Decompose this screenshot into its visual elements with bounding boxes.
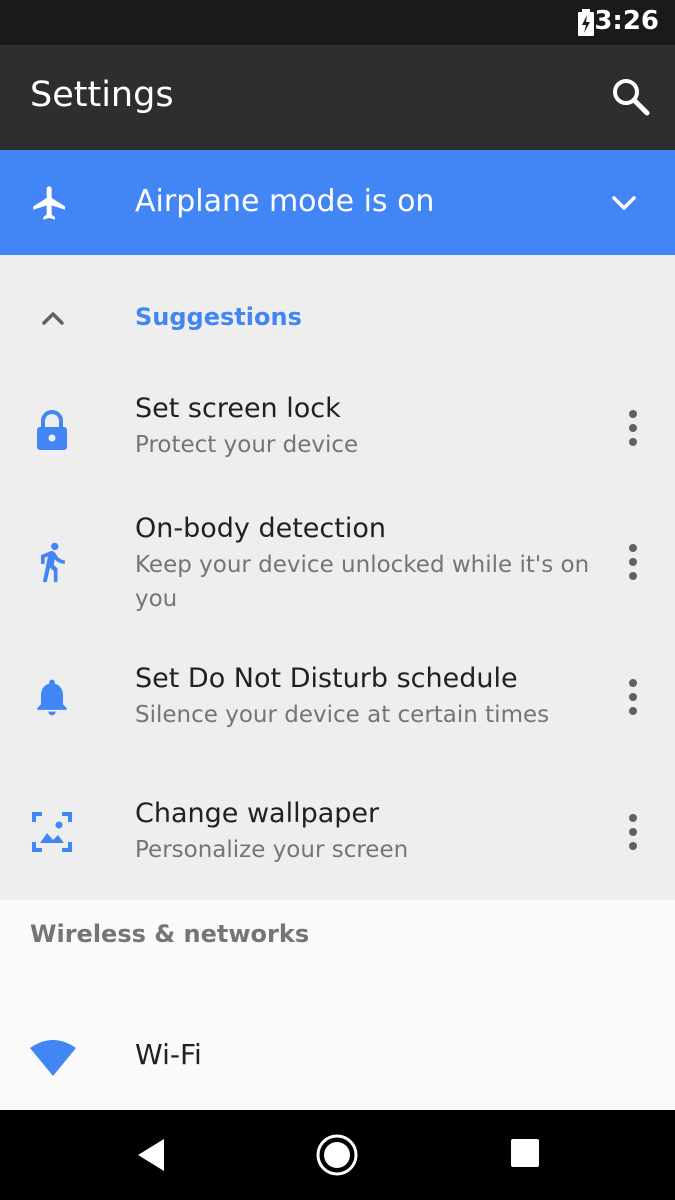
suggestion-title: Set Do Not Disturb schedule — [135, 663, 518, 694]
wifi-label: Wi-Fi — [135, 1038, 202, 1071]
section-header-wireless: Wireless & networks — [30, 920, 310, 948]
status-bar: 3:26 — [0, 0, 675, 45]
suggestion-subtitle: Personalize your screen — [135, 837, 409, 863]
lock-icon — [37, 410, 67, 450]
suggestion-title: On-body detection — [135, 513, 386, 544]
more-options-icon[interactable] — [621, 812, 645, 852]
chevron-down-icon[interactable] — [609, 188, 639, 218]
walking-person-icon — [41, 542, 65, 583]
search-icon[interactable] — [609, 75, 653, 119]
suggestion-subtitle: Protect your device — [135, 432, 359, 458]
bell-icon — [37, 679, 67, 716]
suggestions-title: Suggestions — [135, 303, 302, 331]
suggestion-change-wallpaper[interactable]: Change wallpaper Personalize your screen — [0, 780, 675, 900]
recents-icon[interactable] — [510, 1138, 540, 1168]
suggestions-panel: Suggestions Set screen lock Protect your… — [0, 255, 675, 900]
chevron-up-icon[interactable] — [36, 303, 70, 333]
navigation-bar — [0, 1110, 675, 1200]
suggestion-subtitle: Keep your device unlocked while it's on … — [135, 552, 590, 612]
battery-charging-icon — [578, 9, 594, 36]
suggestions-header[interactable]: Suggestions — [0, 255, 675, 380]
back-icon[interactable] — [134, 1136, 168, 1174]
wallpaper-icon — [32, 812, 72, 852]
suggestion-title: Set screen lock — [135, 393, 341, 424]
suggestion-title: Change wallpaper — [135, 798, 380, 829]
app-bar: Settings — [0, 45, 675, 150]
page-title: Settings — [30, 75, 174, 115]
home-icon[interactable] — [315, 1133, 359, 1177]
airplane-mode-banner[interactable]: Airplane mode is on — [0, 150, 675, 255]
more-options-icon[interactable] — [621, 408, 645, 448]
more-options-icon[interactable] — [621, 677, 645, 717]
suggestion-subtitle: Silence your device at certain times — [135, 702, 550, 728]
suggestion-screen-lock[interactable]: Set screen lock Protect your device — [0, 380, 675, 500]
airplane-icon — [33, 186, 65, 220]
more-options-icon[interactable] — [621, 542, 645, 582]
settings-screen: 3:26 Settings Airplane mode is on Sugges… — [0, 0, 675, 1200]
clock: 3:26 — [594, 6, 659, 36]
suggestion-on-body-detection[interactable]: On-body detection Keep your device unloc… — [0, 500, 675, 650]
suggestion-do-not-disturb[interactable]: Set Do Not Disturb schedule Silence your… — [0, 650, 675, 780]
wifi-setting[interactable]: Wi-Fi — [0, 1010, 675, 1110]
airplane-mode-text: Airplane mode is on — [135, 184, 435, 219]
wifi-icon — [30, 1040, 76, 1076]
